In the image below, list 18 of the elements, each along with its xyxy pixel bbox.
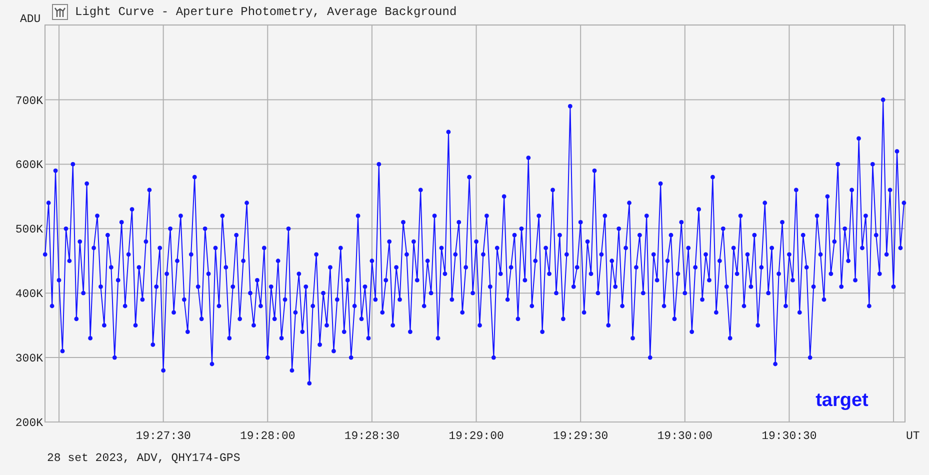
x-tick-label: 19:29:30 <box>552 430 608 443</box>
y-tick-label: 500K <box>15 224 43 237</box>
window-title: Light Curve - Aperture Photometry, Average Background <box>75 5 457 19</box>
y-tick-label: 300K <box>15 352 43 366</box>
x-tick-label: 19:30:30 <box>762 430 817 443</box>
y-tick-label: 700K <box>15 94 43 108</box>
x-tick-label: 19:28:30 <box>344 430 400 443</box>
x-tick-label: 19:27:30 <box>136 430 191 443</box>
series-label: target <box>816 390 868 411</box>
y-tick-label: 600K <box>15 159 43 172</box>
y-tick-label: 200K <box>15 417 43 430</box>
x-axis-label: UT <box>906 430 920 443</box>
x-tick-label: 19:30:00 <box>657 430 712 443</box>
y-tick-label: 400K <box>15 288 43 302</box>
y-axis-label: ADU <box>20 13 41 26</box>
x-tick-label: 19:29:00 <box>448 430 504 443</box>
x-tick-label: 19:28:00 <box>240 430 296 443</box>
footer-info: 28 set 2023, ADV, QHY174-GPS <box>47 452 240 465</box>
